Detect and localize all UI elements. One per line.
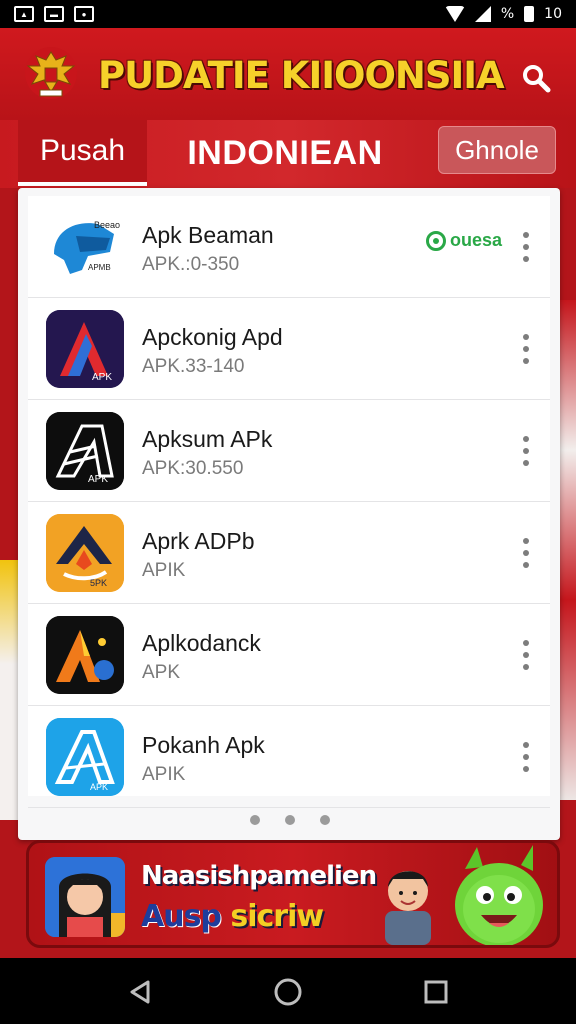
icon2-label: APK (92, 372, 112, 383)
more-menu-icon[interactable] (518, 640, 534, 670)
app-name: Apckonig Apd (142, 324, 283, 350)
app-header: PUDATIE KIIOONSIIA (0, 28, 576, 120)
app-list: Beeao APMB Apk Beaman APK.:0-350 ouesa A… (28, 196, 550, 808)
app-icon-helmet: Beeao APMB (46, 208, 124, 286)
app-list-item[interactable]: 5PK Aprk ADPb APIK (28, 502, 550, 604)
more-menu-icon[interactable] (518, 538, 534, 568)
page-indicator[interactable] (250, 813, 330, 827)
app-version: APK.33-140 (142, 356, 245, 377)
icon1-top-label: Beeao (94, 220, 120, 230)
app-name: Apk Beaman (142, 222, 274, 248)
apk-fire-icon (46, 616, 124, 694)
more-menu-icon[interactable] (518, 742, 534, 772)
app-list-item[interactable]: Beeao APMB Apk Beaman APK.:0-350 ouesa (28, 196, 550, 298)
garuda-emblem-icon (25, 47, 77, 99)
game-icon: ● (74, 6, 94, 22)
apk-rocket-icon: 5PK (46, 514, 124, 592)
app-list-item[interactable]: APK Pokanh Apk APIK (28, 706, 550, 808)
app-list-item[interactable]: APK Apksum APk APK:30.550 (28, 400, 550, 502)
icon1-bottom-label: APMB (88, 263, 111, 272)
girl-avatar-icon (45, 857, 125, 937)
status-percent: % (500, 6, 515, 22)
banner-subline-b: sicriw (230, 899, 324, 934)
wifi-icon (444, 6, 465, 22)
apk-lines-icon: APK (46, 412, 124, 490)
recents-button[interactable] (418, 974, 454, 1010)
app-version: APIK (142, 560, 186, 581)
app-name: Aprk ADPb (142, 528, 255, 554)
battery-icon (524, 6, 535, 22)
app-version: APK.:0-350 (142, 254, 240, 275)
app-name: Pokanh Apk (142, 732, 265, 758)
promo-banner[interactable]: Naasishpamelien Ausp sicriw (26, 840, 560, 948)
tab-pusah[interactable]: Pusah (18, 120, 147, 186)
app-icon-apk-blue: APK (46, 718, 124, 796)
status-left-icons: ▲ ▬ ● (14, 6, 94, 22)
open-badge-label: ouesa (450, 230, 503, 250)
boy-avatar-icon (385, 871, 431, 945)
open-badge[interactable]: ouesa (426, 230, 502, 251)
app-icon-apk-fire (46, 616, 124, 694)
banner-subline-a: Ausp (141, 899, 222, 934)
page-dot[interactable] (285, 815, 295, 825)
photo-icon: ▲ (14, 6, 34, 22)
app-list-item[interactable]: Aplkodanck APK (28, 604, 550, 706)
icon3-label: APK (88, 474, 108, 485)
status-time: 10 (544, 6, 562, 22)
app-list-item[interactable]: APK Apckonig Apd APK.33-140 (28, 298, 550, 400)
back-button[interactable] (122, 974, 158, 1010)
icon6-label: APK (90, 782, 108, 792)
home-icon (274, 978, 302, 1006)
page-dot[interactable] (320, 815, 330, 825)
open-ring-icon (426, 230, 446, 251)
more-menu-icon[interactable] (518, 436, 534, 466)
app-list-panel: Beeao APMB Apk Beaman APK.:0-350 ouesa A… (18, 188, 560, 840)
page-dot[interactable] (250, 815, 260, 825)
app-icon-apk-orange: 5PK (46, 514, 124, 592)
helmet-icon: Beeao APMB (54, 220, 120, 274)
app-version: APK (142, 662, 181, 683)
app-title: PUDATIE KIIOONSIIA (98, 54, 505, 97)
apk-blue-icon: APK (46, 718, 124, 796)
search-icon (523, 65, 551, 93)
app-name: Apksum APk (142, 426, 273, 452)
signal-icon (474, 6, 491, 22)
more-menu-icon[interactable] (518, 232, 534, 262)
tab-indonesian[interactable]: INDONIEAN (160, 120, 410, 186)
green-monster-mascot-icon (455, 845, 543, 945)
banner-headline: Naasishpamelien (141, 861, 377, 891)
apk-a-icon: APK (46, 310, 124, 388)
app-version: APIK (142, 764, 186, 785)
back-icon (130, 980, 150, 1004)
app-name: Aplkodanck (142, 630, 261, 656)
more-menu-icon[interactable] (518, 334, 534, 364)
status-right-icons: % 10 (444, 6, 562, 22)
search-button[interactable] (516, 58, 556, 98)
icon4-label: 5PK (90, 578, 107, 588)
app-icon-apk-black: APK (46, 412, 124, 490)
tab-ghnole-button[interactable]: Ghnole (438, 126, 556, 174)
home-button[interactable] (270, 974, 306, 1010)
system-nav-bar (0, 958, 576, 1024)
app-version: APK:30.550 (142, 458, 244, 479)
banner-subline: Ausp sicriw (141, 899, 324, 934)
news-icon: ▬ (44, 6, 64, 22)
status-bar: ▲ ▬ ● % 10 (0, 0, 576, 28)
recents-icon (424, 980, 448, 1004)
app-icon-apk-red: APK (46, 310, 124, 388)
